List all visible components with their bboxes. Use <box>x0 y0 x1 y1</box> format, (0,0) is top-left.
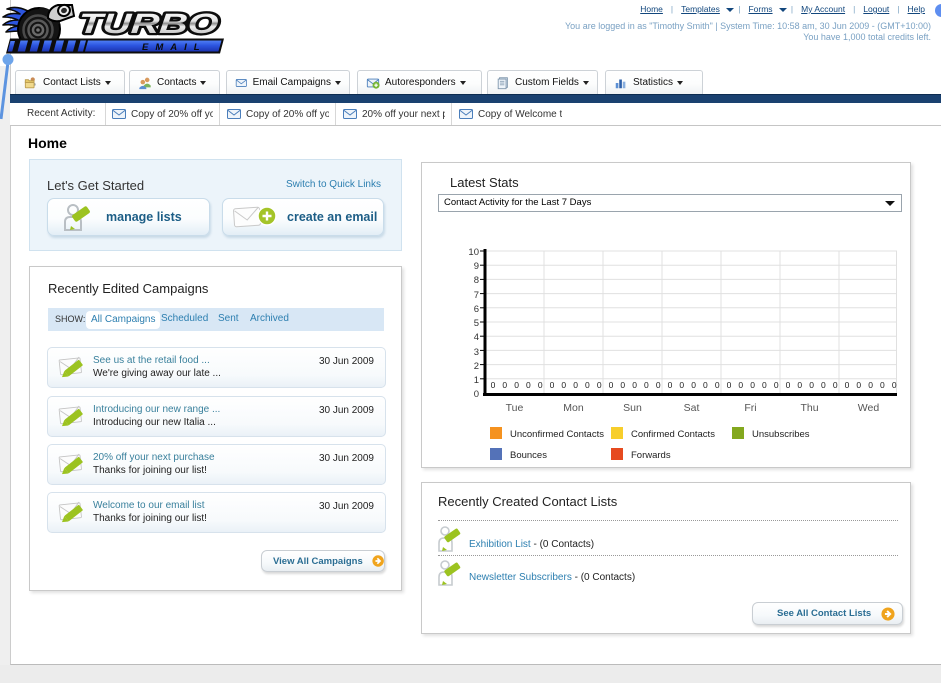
svg-text:0: 0 <box>750 380 755 390</box>
svg-text:0: 0 <box>474 389 479 400</box>
svg-text:0: 0 <box>715 380 720 390</box>
svg-text:0: 0 <box>774 380 779 390</box>
svg-text:2: 2 <box>474 361 479 372</box>
svg-text:0: 0 <box>845 380 850 390</box>
svg-text:0: 0 <box>679 380 684 390</box>
svg-text:0: 0 <box>833 380 838 390</box>
svg-text:0: 0 <box>856 380 861 390</box>
svg-text:0: 0 <box>526 380 531 390</box>
svg-text:10: 10 <box>468 247 479 258</box>
svg-text:EMAIL: EMAIL <box>142 42 207 53</box>
svg-text:0: 0 <box>762 380 767 390</box>
svg-text:0: 0 <box>620 380 625 390</box>
svg-text:0: 0 <box>561 380 566 390</box>
svg-text:0: 0 <box>656 380 661 390</box>
svg-text:0: 0 <box>514 380 519 390</box>
svg-text:Wed: Wed <box>858 402 880 414</box>
svg-text:3: 3 <box>474 347 479 358</box>
svg-text:0: 0 <box>868 380 873 390</box>
svg-text:0: 0 <box>550 380 555 390</box>
svg-text:0: 0 <box>668 380 673 390</box>
svg-text:6: 6 <box>474 304 479 315</box>
svg-text:7: 7 <box>474 290 479 301</box>
svg-text:Fri: Fri <box>744 402 756 414</box>
svg-text:9: 9 <box>474 261 479 272</box>
svg-text:Sun: Sun <box>623 402 642 414</box>
svg-text:0: 0 <box>821 380 826 390</box>
svg-text:5: 5 <box>474 318 479 329</box>
svg-text:0: 0 <box>585 380 590 390</box>
svg-text:TURBO: TURBO <box>77 8 219 39</box>
svg-text:0: 0 <box>502 380 507 390</box>
svg-text:0: 0 <box>491 380 496 390</box>
svg-text:0: 0 <box>880 380 885 390</box>
svg-text:0: 0 <box>727 380 732 390</box>
svg-text:0: 0 <box>538 380 543 390</box>
svg-text:Tue: Tue <box>506 402 524 414</box>
svg-text:0: 0 <box>644 380 649 390</box>
svg-text:0: 0 <box>809 380 814 390</box>
svg-text:0: 0 <box>892 380 897 390</box>
svg-text:0: 0 <box>573 380 578 390</box>
svg-text:4: 4 <box>474 332 479 343</box>
svg-text:0: 0 <box>597 380 602 390</box>
svg-text:0: 0 <box>609 380 614 390</box>
svg-text:1: 1 <box>474 375 479 386</box>
svg-text:Sat: Sat <box>684 402 700 414</box>
svg-text:Mon: Mon <box>563 402 584 414</box>
svg-text:0: 0 <box>797 380 802 390</box>
svg-text:0: 0 <box>786 380 791 390</box>
svg-text:0: 0 <box>703 380 708 390</box>
svg-text:Thu: Thu <box>800 402 818 414</box>
svg-text:8: 8 <box>474 275 479 286</box>
svg-text:0: 0 <box>691 380 696 390</box>
svg-text:0: 0 <box>632 380 637 390</box>
svg-text:0: 0 <box>738 380 743 390</box>
